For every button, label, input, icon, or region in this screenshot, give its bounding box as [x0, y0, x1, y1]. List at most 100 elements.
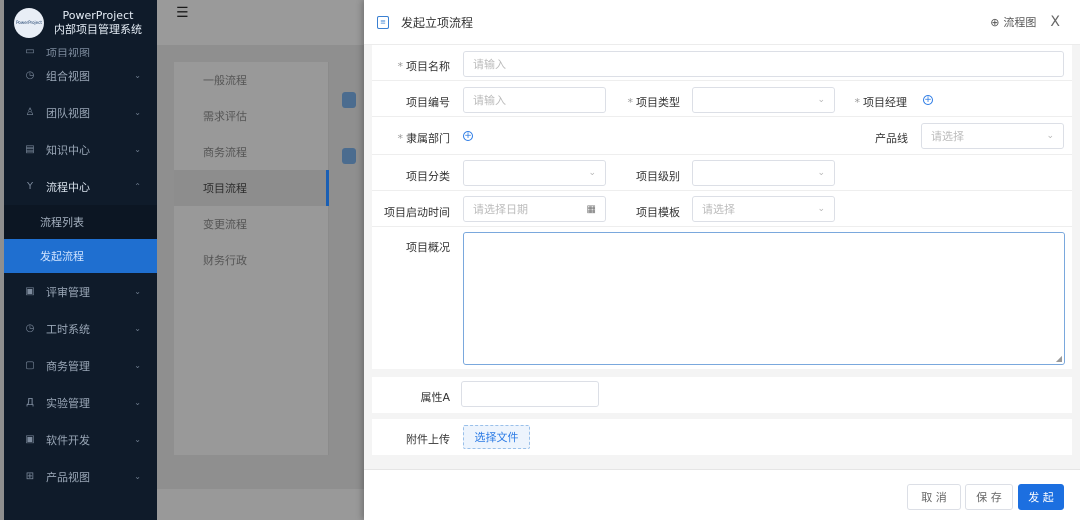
form-row: 项目分类 ⌄ 项目级别 ⌄: [372, 155, 1072, 191]
sidebar-item-product-view[interactable]: ⊞ 产品视图 ⌄: [4, 458, 157, 495]
timer-icon: ◷: [25, 323, 35, 334]
chevron-down-icon: ⌄: [817, 204, 825, 214]
overview-label: 项目概况: [406, 241, 450, 254]
code-icon: ▣: [25, 434, 35, 445]
start-date-picker[interactable]: 请选择日期 ▦: [463, 196, 606, 222]
project-level-select[interactable]: ⌄: [692, 160, 835, 186]
sidebar-item-team-view[interactable]: ♙ 团队视图 ⌄: [4, 94, 157, 131]
drawer-body: 项目名称 请输入 项目编号 请输入 项目类型 ⌄ 项目经理 + 隶属部门 + 产…: [364, 45, 1080, 469]
team-icon: ♙: [25, 107, 35, 118]
business-icon: ▢: [25, 360, 35, 371]
add-department-icon[interactable]: +: [463, 131, 473, 141]
save-button[interactable]: 保 存: [965, 484, 1013, 510]
project-name-label: 项目名称: [406, 60, 450, 73]
sidebar-item-review-management[interactable]: ▣ 评审管理 ⌄: [4, 273, 157, 310]
project-manager-label: 项目经理: [863, 96, 907, 109]
chevron-down-icon: ⌄: [134, 108, 141, 117]
sidebar-item-timesheet[interactable]: ◷ 工时系统 ⌄: [4, 310, 157, 347]
submit-button[interactable]: 发 起: [1018, 484, 1064, 510]
chevron-down-icon: ⌄: [588, 168, 596, 178]
grid-icon: ⊞: [25, 471, 35, 482]
menu-toggle-icon[interactable]: ☰: [176, 5, 189, 21]
attribute-card: 属性A: [372, 377, 1072, 413]
department-label: 隶属部门: [406, 132, 450, 145]
project-template-select[interactable]: 请选择 ⌄: [692, 196, 835, 222]
form-row: 隶属部门 + 产品线 请选择⌄: [372, 117, 1072, 155]
sidebar-item-process-center[interactable]: Y 流程中心 ⌃: [4, 168, 157, 205]
process-item-finance[interactable]: 财务行政: [174, 242, 328, 278]
choose-file-button[interactable]: 选择文件: [463, 425, 530, 449]
top-header: [157, 0, 377, 45]
sidebar-item-business[interactable]: ▢ 商务管理 ⌄: [4, 347, 157, 384]
project-code-input[interactable]: 请输入: [463, 87, 606, 113]
chevron-up-icon: ⌃: [134, 182, 141, 191]
start-time-label: 项目启动时间: [384, 206, 450, 219]
project-category-select[interactable]: ⌄: [463, 160, 606, 186]
form-row: 项目启动时间 请选择日期 ▦ 项目模板 请选择 ⌄: [372, 191, 1072, 227]
process-item-project[interactable]: 项目流程: [174, 170, 329, 206]
flowchart-link[interactable]: 流程图: [1003, 14, 1036, 30]
sidebar-subitem-start-process[interactable]: 发起流程: [4, 239, 157, 273]
process-item-general[interactable]: 一般流程: [174, 62, 328, 98]
process-card-icon: [342, 92, 356, 108]
form-row: 项目编号 请输入 项目类型 ⌄ 项目经理 +: [372, 81, 1072, 117]
brand: PowerProject PowerProject 内部项目管理系统: [4, 0, 157, 45]
chevron-down-icon: ⌄: [134, 435, 141, 444]
attr-a-input[interactable]: [461, 381, 599, 407]
close-button[interactable]: X: [1050, 14, 1060, 30]
process-item-business[interactable]: 商务流程: [174, 134, 328, 170]
bottom-strip: [157, 489, 367, 520]
chevron-down-icon: ⌄: [817, 95, 825, 105]
chevron-down-icon: ⌄: [134, 324, 141, 333]
chevron-down-icon: ⌄: [817, 168, 825, 178]
chevron-down-icon: ⌄: [134, 361, 141, 370]
chevron-down-icon: ⌄: [134, 71, 141, 80]
process-category-menu: 一般流程 需求评估 商务流程 项目流程 变更流程 财务行政: [174, 62, 329, 455]
process-item-change[interactable]: 变更流程: [174, 206, 328, 242]
project-icon: ▭: [25, 45, 35, 57]
add-manager-icon[interactable]: +: [923, 95, 933, 105]
chevron-down-icon: ⌄: [1046, 131, 1054, 141]
cancel-button[interactable]: 取 消: [907, 484, 961, 510]
chevron-down-icon: ⌄: [134, 145, 141, 154]
project-category-label: 项目分类: [406, 170, 450, 183]
sidebar: PowerProject PowerProject 内部项目管理系统 ▭ 项目视图…: [4, 0, 157, 520]
lab-icon: Д: [26, 397, 34, 408]
form-row: 项目名称 请输入: [372, 45, 1072, 81]
drawer-title: 发起立项流程: [401, 15, 474, 30]
attr-a-label: 属性A: [420, 391, 450, 404]
sidebar-item-project-view[interactable]: ▭ 项目视图: [4, 45, 157, 58]
project-code-label: 项目编号: [406, 96, 450, 109]
attachment-card: 附件上传 选择文件: [372, 419, 1072, 455]
logo: PowerProject: [14, 7, 44, 38]
review-icon: ▣: [25, 286, 35, 297]
project-level-label: 项目级别: [636, 170, 680, 183]
sidebar-item-knowledge-center[interactable]: ▤ 知识中心 ⌄: [4, 131, 157, 168]
app-title: PowerProject: [62, 8, 134, 22]
attachment-label: 附件上传: [406, 433, 450, 446]
book-icon: ▤: [25, 144, 35, 155]
project-name-input[interactable]: 请输入: [463, 51, 1064, 77]
overview-textarea[interactable]: ◢: [463, 232, 1065, 365]
project-template-label: 项目模板: [636, 206, 680, 219]
sidebar-subitem-process-list[interactable]: 流程列表: [4, 205, 157, 239]
project-type-select[interactable]: ⌄: [692, 87, 835, 113]
chevron-down-icon: ⌄: [134, 398, 141, 407]
chevron-down-icon: ⌄: [134, 472, 141, 481]
product-line-label: 产品线: [875, 132, 908, 145]
form-row: 项目概况 ◢: [372, 227, 1072, 369]
sidebar-item-lab[interactable]: Д 实验管理 ⌄: [4, 384, 157, 421]
product-line-select[interactable]: 请选择 ⌄: [921, 123, 1064, 149]
flow-icon: Y: [26, 181, 34, 192]
sidebar-item-portfolio-view[interactable]: ◷ 组合视图 ⌄: [4, 57, 157, 94]
sidebar-menu: ▭ 项目视图 ◷ 组合视图 ⌄ ♙ 团队视图 ⌄ ▤ 知识中心 ⌄ Y 流程中心 ⌃ 流程列表 发…: [4, 45, 157, 495]
process-card-icon: [342, 148, 356, 164]
process-item-demand[interactable]: 需求评估: [174, 98, 328, 134]
sidebar-item-software[interactable]: ▣ 软件开发 ⌄: [4, 421, 157, 458]
chevron-down-icon: ⌄: [134, 287, 141, 296]
resize-grip-icon[interactable]: ◢: [1056, 354, 1062, 363]
project-type-label: 项目类型: [636, 96, 680, 109]
document-icon: ≡: [377, 15, 389, 29]
drawer-footer: 取 消 保 存 发 起: [364, 469, 1080, 520]
main-form-card: 项目名称 请输入 项目编号 请输入 项目类型 ⌄ 项目经理 + 隶属部门 + 产…: [372, 45, 1072, 369]
